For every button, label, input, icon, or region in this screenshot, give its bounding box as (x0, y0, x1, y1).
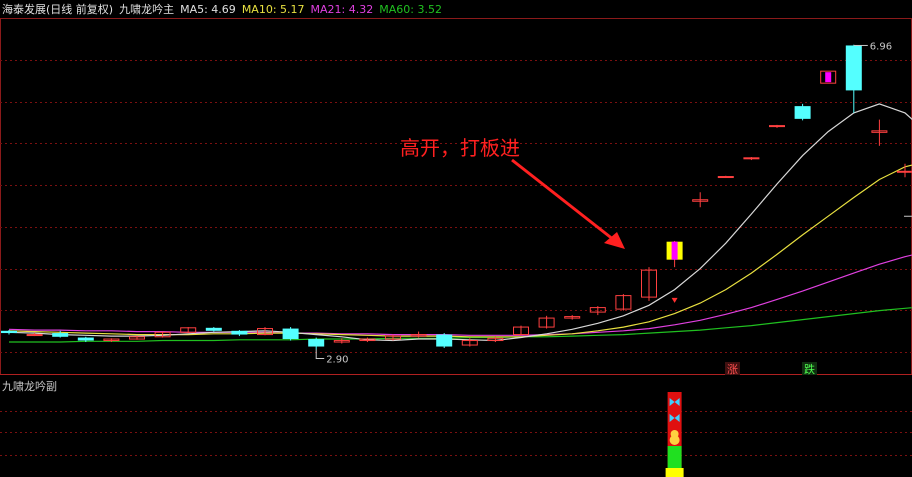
chart-header: 海泰发展(日线 前复权) 九啸龙吟主 MA5: 4.69 MA10: 5.17 … (2, 2, 442, 18)
candle (769, 124, 785, 128)
high-price-label: 6.96 (870, 41, 892, 52)
candle (820, 70, 837, 84)
ma5-value: MA5: 4.69 (180, 3, 236, 16)
candle (717, 175, 734, 179)
ma10-value: MA10: 5.17 (241, 3, 305, 16)
candle (794, 103, 811, 121)
candle (641, 267, 657, 301)
candle (845, 44, 862, 113)
candle-body (52, 333, 69, 337)
signal-bar-green (667, 446, 682, 468)
candle (666, 240, 683, 268)
candle-body (743, 157, 760, 160)
candle (538, 315, 555, 329)
kline-chart[interactable]: 6.962.904.52 - 4.49涨跌高开，打板进 (0, 0, 912, 477)
candle (871, 119, 888, 146)
candle (129, 336, 145, 340)
candle-body (282, 328, 299, 340)
candle-body (436, 334, 453, 347)
low-price-label: 2.90 (326, 355, 348, 366)
candle (308, 337, 325, 350)
signal-candle-core (671, 241, 678, 260)
candle (436, 333, 453, 349)
indicator-name[interactable]: 九啸龙吟主 (119, 2, 174, 18)
candle (282, 327, 299, 341)
money-bag-base-icon (669, 435, 680, 445)
signal-bar-yellow (665, 468, 684, 477)
low-marker (315, 349, 325, 360)
annotation-text: 高开，打板进 (400, 136, 520, 160)
annotation-arrow-shaft (511, 158, 615, 242)
sub-panel-title[interactable]: 九啸龙吟副 (2, 378, 57, 394)
candle (564, 315, 581, 320)
candle (205, 327, 222, 332)
candle (589, 306, 606, 316)
candle (743, 157, 760, 161)
candle-body (308, 339, 325, 347)
candle-body (769, 125, 785, 128)
candle-body (794, 106, 811, 119)
candle-body (77, 337, 94, 341)
stock-label: 海泰发展(日线 前复权) (2, 3, 114, 16)
signal-arrow-icon (671, 297, 678, 303)
candle (231, 330, 248, 337)
ma60-value: MA60: 3.52 (379, 3, 442, 16)
highlight-core (825, 72, 832, 83)
main-panel-frame (0, 18, 912, 375)
candle (615, 294, 632, 311)
candle-body (897, 170, 912, 173)
fall-marker: 跌 (804, 362, 815, 376)
candle (513, 325, 529, 336)
ma21-value: MA21: 4.32 (310, 3, 374, 16)
candle-body (845, 45, 862, 91)
candle (692, 192, 709, 208)
candle (180, 327, 197, 334)
candle-body (26, 334, 43, 337)
candle-body (717, 176, 734, 179)
candle-body (1, 330, 17, 334)
candle-body (205, 327, 222, 331)
ma21-line (8, 254, 912, 336)
rise-marker: 涨 (727, 363, 738, 376)
candle-body (231, 330, 248, 335)
